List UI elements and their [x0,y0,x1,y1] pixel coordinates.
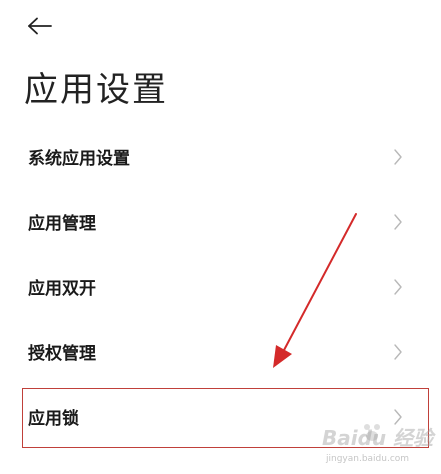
settings-item-app-management[interactable]: 应用管理 [0,189,441,254]
watermark-subtext: jingyan.baidu.com [326,454,410,464]
settings-item-label: 应用锁 [28,409,79,429]
settings-item-system-app-settings[interactable]: 系统应用设置 [0,124,441,189]
arrow-left-icon [28,17,52,35]
settings-item-permission-management[interactable]: 授权管理 [0,319,441,384]
settings-item-dual-apps[interactable]: 应用双开 [0,254,441,319]
chevron-right-icon [394,148,402,165]
settings-item-app-lock[interactable]: 应用锁 [0,384,441,449]
app-settings-screen: 应用设置 系统应用设置 应用管理 应用双开 授权管理 应用锁 Baidu 经验 … [0,0,441,474]
page-title: 应用设置 [24,70,168,110]
chevron-right-icon [394,278,402,295]
settings-item-label: 应用双开 [28,279,96,299]
chevron-right-icon [394,408,402,425]
chevron-right-icon [394,213,402,230]
settings-item-label: 应用管理 [28,214,96,234]
settings-list: 系统应用设置 应用管理 应用双开 授权管理 应用锁 [0,124,441,449]
settings-item-label: 授权管理 [28,344,96,364]
settings-item-label: 系统应用设置 [28,149,130,169]
back-button[interactable] [24,12,56,40]
chevron-right-icon [394,343,402,360]
